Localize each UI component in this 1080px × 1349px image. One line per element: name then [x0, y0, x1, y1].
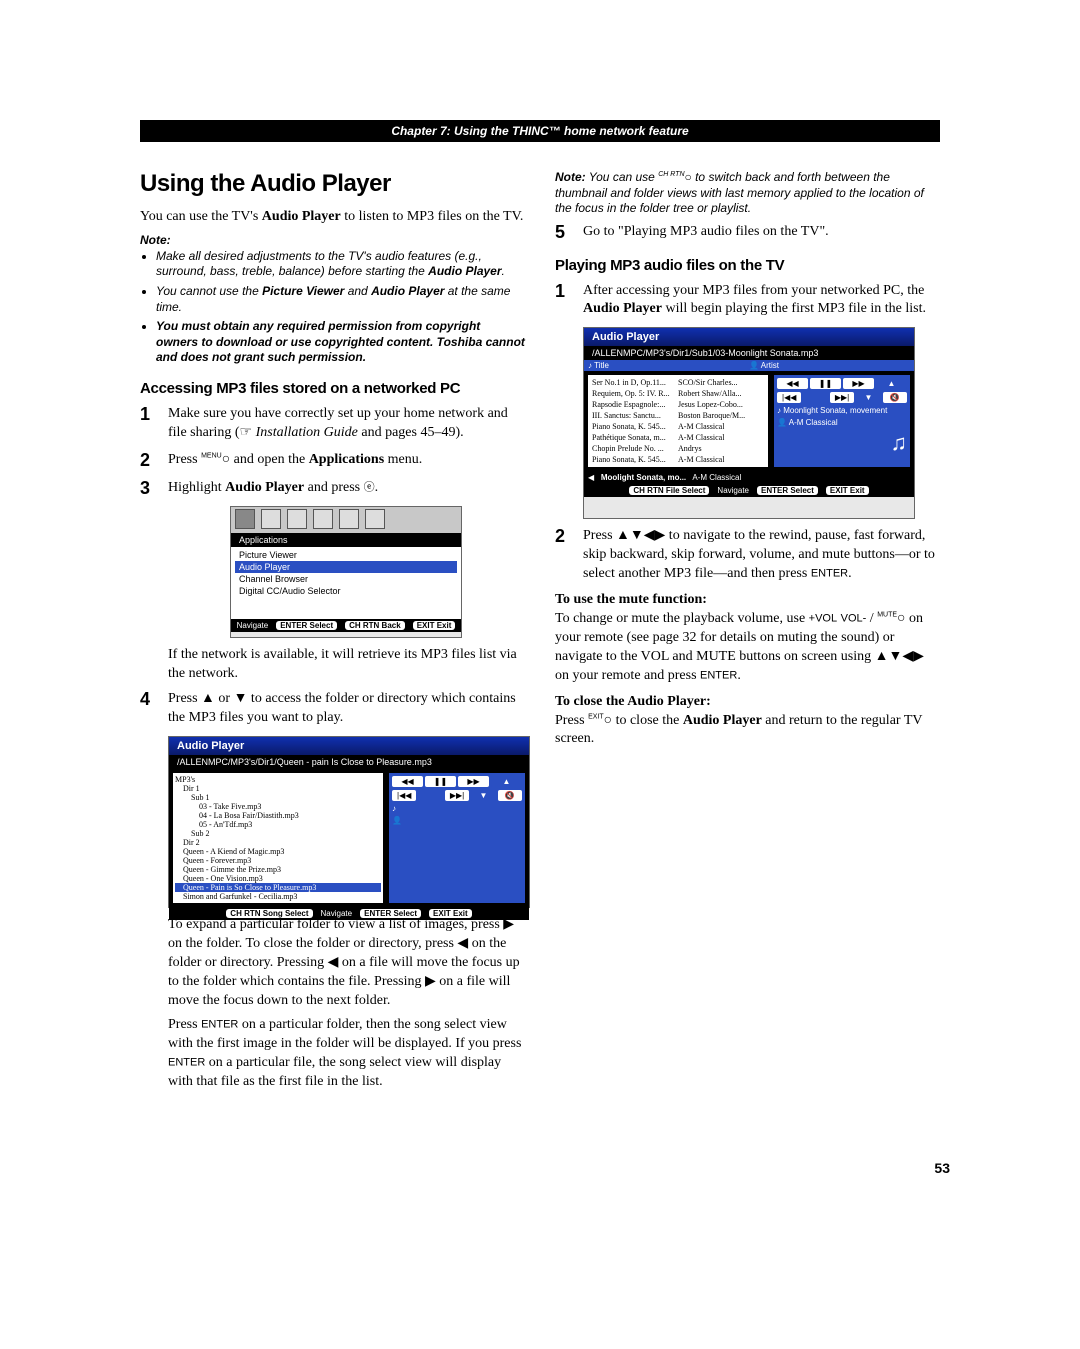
note-list: Make all desired adjustments to the TV's…	[140, 249, 525, 366]
fig3-highlight-artist: A-M Classical	[692, 473, 741, 482]
fig3-nowplaying-artist: A-M Classical	[789, 418, 838, 427]
intro-paragraph: You can use the TV's Audio Player to lis…	[140, 208, 525, 227]
note-item: Make all desired adjustments to the TV's…	[156, 249, 525, 280]
step-number: 2	[140, 451, 158, 471]
fig3-control-panel: ◀◀❚❚▶▶▲ |◀◀x▶▶|▼🔇 ♪ Moonlight Sonata, mo…	[774, 375, 910, 467]
fig3-legend-item: CH RTN File Select	[629, 486, 709, 495]
step-text: Make sure you have correctly set up your…	[168, 405, 525, 443]
fig1-title: Applications	[231, 533, 461, 547]
step-3: 3 Highlight Audio Player and press ⓔ.	[140, 479, 525, 499]
fig1-row: Digital CC/Audio Selector	[235, 585, 457, 597]
step-number: 1	[555, 282, 573, 302]
artist-icon: 👤	[392, 816, 522, 825]
page-number: 53	[934, 1160, 950, 1176]
fig1-rows: Picture Viewer Audio Player Channel Brow…	[231, 547, 461, 599]
step-5: 5 Go to "Playing MP3 audio files on the …	[555, 223, 940, 243]
step-text: Press ▲▼◀▶ to navigate to the rewind, pa…	[583, 527, 940, 584]
fig3-legend-item: ENTER Select	[757, 486, 818, 495]
fig3-nowplaying-title: Moonlight Sonata, movement	[783, 406, 887, 415]
fig2-path: /ALLENMPC/MP3's/Dir1/Queen - pain Is Clo…	[169, 755, 529, 769]
step-text: Go to "Playing MP3 audio files on the TV…	[583, 223, 940, 242]
step-4: 4 Press ▲ or ▼ to access the folder or d…	[140, 690, 525, 728]
mute-paragraph: To change or mute the playback volume, u…	[555, 610, 940, 686]
step2-post: and open the Applications menu.	[230, 452, 422, 467]
close-heading: To close the Audio Player:	[555, 694, 940, 710]
after-fig2-p2: Press ENTER on a particular folder, then…	[168, 1016, 525, 1092]
step-text: Press ▲ or ▼ to access the folder or dir…	[168, 690, 525, 728]
section-heading-accessing: Accessing MP3 files stored on a networke…	[140, 380, 525, 397]
chapter-bar: Chapter 7: Using the THINC™ home network…	[140, 120, 940, 142]
menu-button-label: MENU	[201, 452, 222, 459]
right-note: Note: You can use CH RTN○ to switch back…	[555, 170, 940, 217]
section-heading-playing: Playing MP3 audio files on the TV	[555, 257, 940, 274]
after-fig2-p1: To expand a particular folder to view a …	[168, 916, 525, 1010]
fig1-legend-item: CH RTN Back	[345, 621, 405, 630]
left-column: Using the Audio Player You can use the T…	[140, 170, 525, 1098]
note-label: Note:	[140, 233, 525, 247]
fig3-legend: CH RTN File Select Navigate ENTER Select…	[584, 484, 914, 497]
right-column: Note: You can use CH RTN○ to switch back…	[555, 170, 940, 1098]
page-title: Using the Audio Player	[140, 170, 525, 198]
note-item: You must obtain any required permission …	[156, 319, 525, 366]
fig3-rows: Ser No.1 in D, Op.11...SCO/Sir Charles..…	[588, 375, 768, 467]
step-2: 2 Press MENU○ and open the Applications …	[140, 451, 525, 471]
close-paragraph: Press EXIT○ to close the Audio Player an…	[555, 712, 940, 750]
note-item: You cannot use the Picture Viewer and Au…	[156, 284, 525, 315]
fig3-legend-item: EXIT Exit	[826, 486, 869, 495]
step-number: 2	[555, 527, 573, 547]
mute-heading: To use the mute function:	[555, 592, 940, 608]
step-text: After accessing your MP3 files from your…	[583, 282, 940, 320]
after-fig1-text: If the network is available, it will ret…	[168, 646, 525, 684]
fig2-tree: MP3'sDir 1Sub 103 - Take Five.mp304 - La…	[173, 773, 383, 903]
step-number: 1	[140, 405, 158, 425]
audio-player-tree-figure: Audio Player /ALLENMPC/MP3's/Dir1/Queen …	[168, 736, 530, 908]
applications-menu-figure: Applications Picture Viewer Audio Player…	[230, 506, 462, 638]
fig3-highlight-title: Moolight Sonata, mo...	[601, 473, 686, 482]
step-1: 1 Make sure you have correctly set up yo…	[140, 405, 525, 443]
play-step-1: 1 After accessing your MP3 files from yo…	[555, 282, 940, 320]
fig2-control-panel: ◀◀❚❚▶▶▲ |◀◀x▶▶|▼🔇 ♪ 👤	[389, 773, 525, 903]
step-number: 5	[555, 223, 573, 243]
menu-button-glyph: ○	[222, 452, 230, 467]
fig2-title: Audio Player	[169, 737, 529, 755]
fig1-row: Channel Browser	[235, 573, 457, 585]
play-step-2: 2 Press ▲▼◀▶ to navigate to the rewind, …	[555, 527, 940, 584]
fig1-row: Audio Player	[235, 561, 457, 573]
fig1-legend-item: Navigate	[237, 621, 269, 630]
step-text: Highlight Audio Player and press ⓔ.	[168, 479, 525, 498]
step-text: Press MENU○ and open the Applications me…	[168, 451, 525, 470]
enter-button-icon: ⓔ	[364, 481, 375, 493]
fig3-path: /ALLENMPC/MP3's/Dir1/Sub1/03-Moonlight S…	[584, 346, 914, 360]
step-number: 3	[140, 479, 158, 499]
fig3-col-artist: Artist	[761, 361, 779, 370]
fig1-row: Picture Viewer	[235, 549, 457, 561]
fig1-legend: Navigate ENTER Select CH RTN Back EXIT E…	[231, 619, 461, 632]
fig1-legend-item: ENTER Select	[276, 621, 337, 630]
step3-post: .	[375, 480, 379, 495]
music-note-icon: ♫	[777, 430, 907, 456]
fig1-legend-item: EXIT Exit	[413, 621, 456, 630]
step-number: 4	[140, 690, 158, 710]
fig3-legend-item: Navigate	[717, 486, 749, 495]
fig3-title: Audio Player	[584, 328, 914, 346]
fig3-col-title: Title	[594, 361, 609, 370]
audio-player-list-figure: Audio Player /ALLENMPC/MP3's/Dir1/Sub1/0…	[583, 327, 915, 519]
step3-pre: Highlight Audio Player and press	[168, 480, 364, 495]
step2-pre: Press	[168, 452, 201, 467]
